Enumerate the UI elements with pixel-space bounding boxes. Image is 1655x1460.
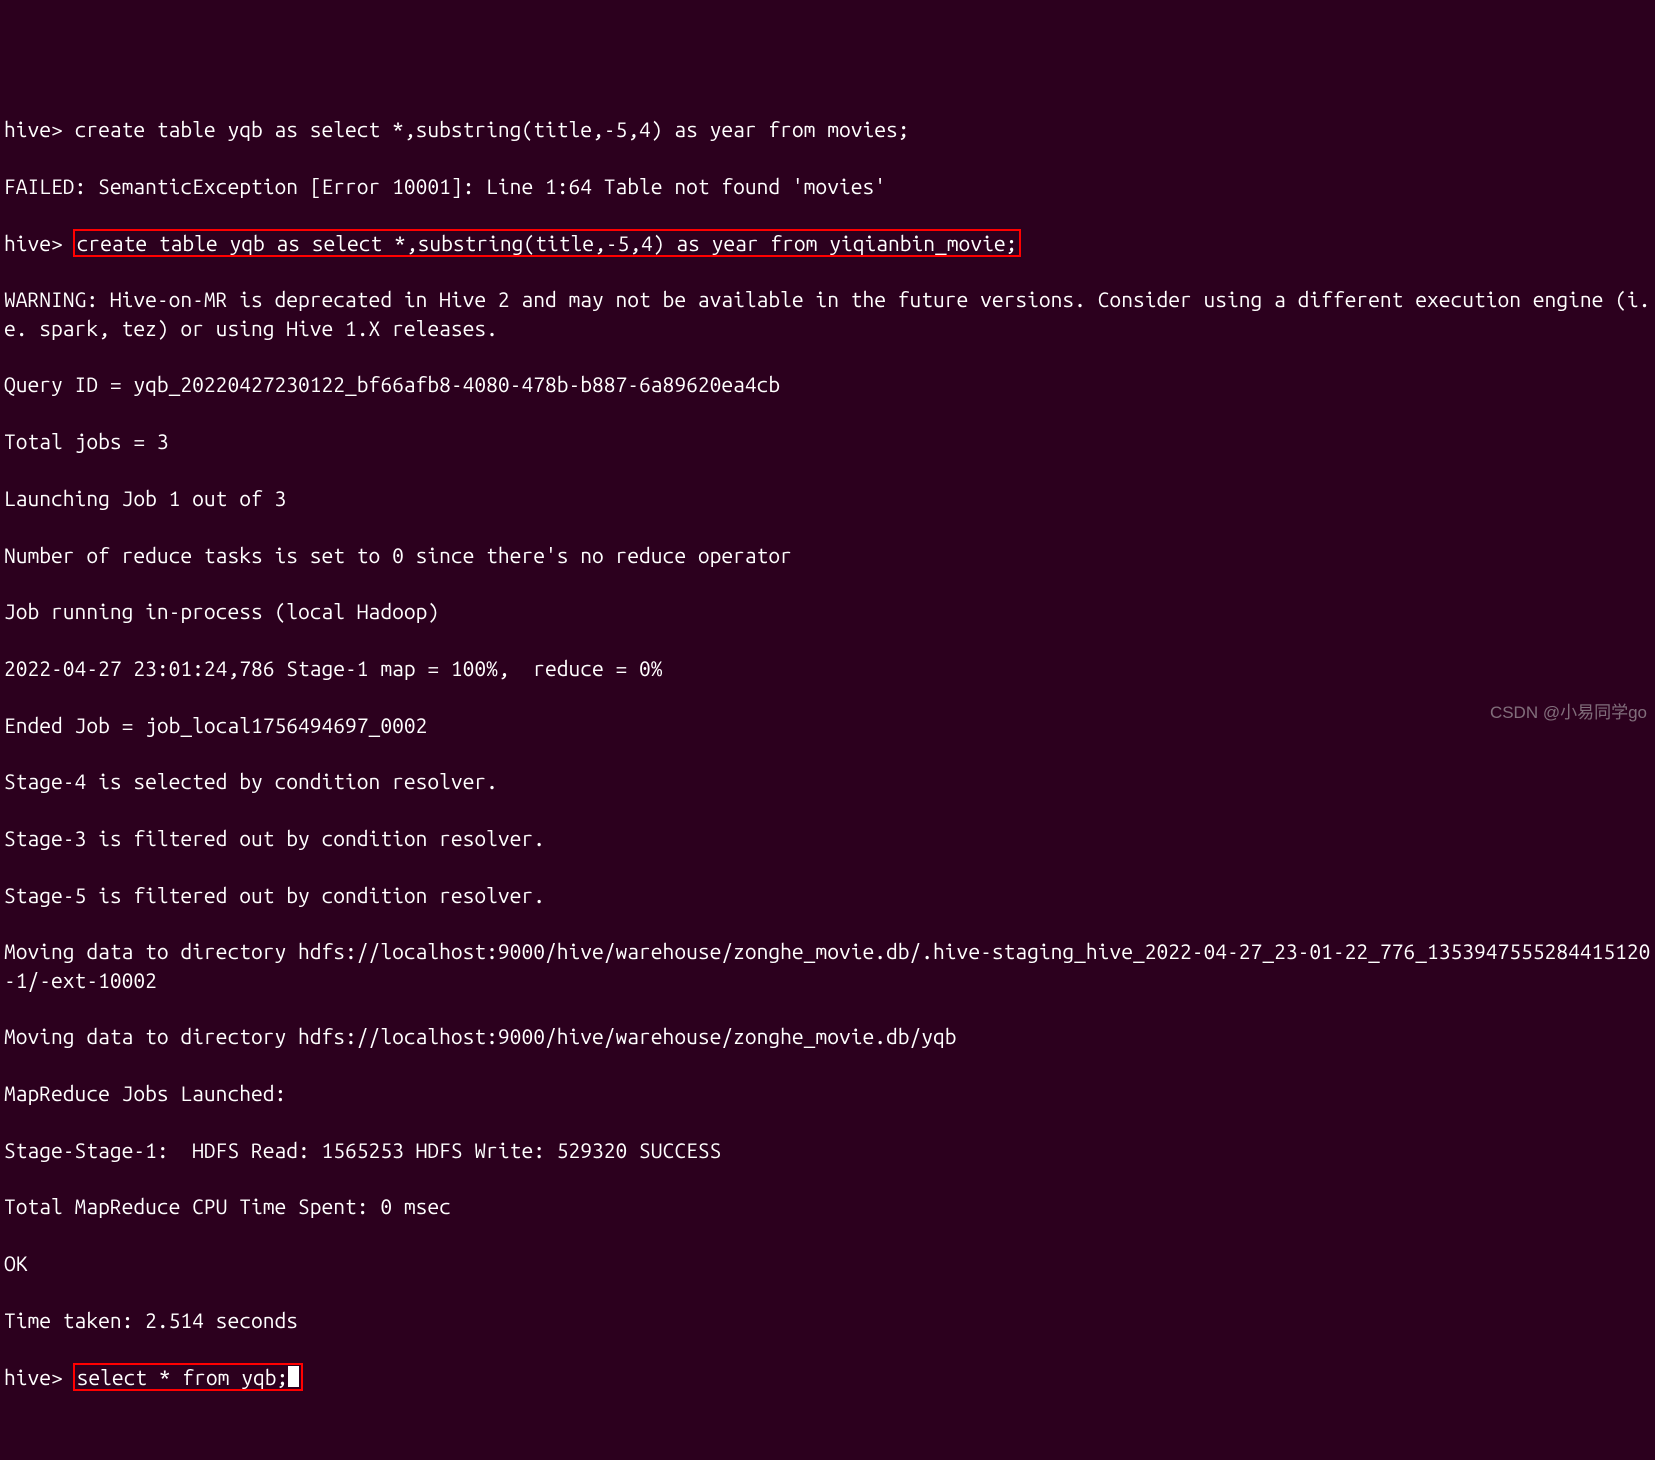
terminal-output: Launching Job 1 out of 3 [4, 484, 1651, 512]
terminal-output: WARNING: Hive-on-MR is deprecated in Hiv… [4, 285, 1651, 342]
terminal-output: OK [4, 1249, 1651, 1277]
terminal-output: Job running in-process (local Hadoop) [4, 597, 1651, 625]
terminal-output: Stage-5 is filtered out by condition res… [4, 881, 1651, 909]
terminal-line: hive> create table yqb as select *,subst… [4, 115, 1651, 143]
hive-prompt: hive> [4, 117, 75, 141]
terminal-output: Stage-3 is filtered out by condition res… [4, 824, 1651, 852]
hive-prompt: hive> [4, 1365, 75, 1389]
terminal-output: Stage-Stage-1: HDFS Read: 1565253 HDFS W… [4, 1136, 1651, 1164]
highlighted-command: select * from yqb; [73, 1363, 304, 1391]
hive-command[interactable]: select * from yqb; [77, 1365, 289, 1389]
terminal-output: 2022-04-27 23:01:24,786 Stage-1 map = 10… [4, 654, 1651, 682]
terminal-output: Moving data to directory hdfs://localhos… [4, 937, 1651, 994]
terminal-output: Ended Job = job_local1756494697_0002 [4, 711, 1651, 739]
terminal-output: Total MapReduce CPU Time Spent: 0 msec [4, 1192, 1651, 1220]
terminal-output: Total jobs = 3 [4, 427, 1651, 455]
cursor-icon [288, 1366, 299, 1387]
watermark-text: CSDN @小易同学go [1490, 702, 1647, 725]
highlighted-command: create table yqb as select *,substring(t… [73, 229, 1022, 257]
terminal-output: MapReduce Jobs Launched: [4, 1079, 1651, 1107]
terminal-output: Query ID = yqb_20220427230122_bf66afb8-4… [4, 370, 1651, 398]
terminal-output: Number of reduce tasks is set to 0 since… [4, 541, 1651, 569]
terminal-line[interactable]: hive> select * from yqb; [4, 1363, 1651, 1391]
terminal-output: Time taken: 2.514 seconds [4, 1306, 1651, 1334]
terminal-line: hive> create table yqb as select *,subst… [4, 229, 1651, 257]
hive-prompt: hive> [4, 231, 75, 255]
terminal-output: Stage-4 is selected by condition resolve… [4, 767, 1651, 795]
terminal-output: FAILED: SemanticException [Error 10001]:… [4, 172, 1651, 200]
terminal-output: Moving data to directory hdfs://localhos… [4, 1022, 1651, 1050]
hive-command: create table yqb as select *,substring(t… [75, 117, 910, 141]
